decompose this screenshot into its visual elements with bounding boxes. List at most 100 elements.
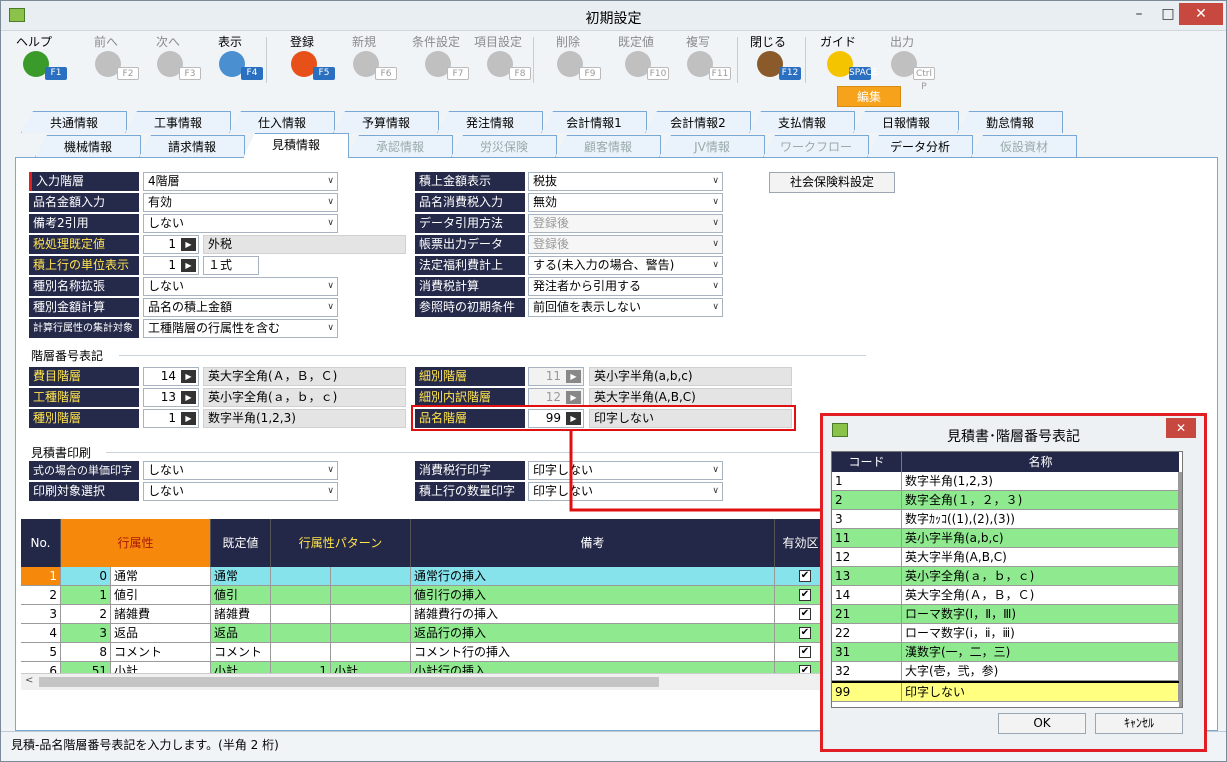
- item-code: 3: [832, 510, 902, 529]
- enabled-checkbox[interactable]: ✔: [799, 589, 811, 601]
- social-insurance-button[interactable]: 社会保険料設定: [769, 172, 895, 193]
- toolbar-arrow-left-button[interactable]: 前へ F2: [81, 31, 139, 87]
- unit-display-value[interactable]: １式: [203, 256, 259, 275]
- unit-display-code-input[interactable]: 1 ▶: [143, 256, 199, 275]
- unit-price-print-select[interactable]: しない ∨: [143, 461, 338, 480]
- list-item[interactable]: 11 英小字半角(a,b,c): [832, 529, 1179, 548]
- list-item[interactable]: 99 印字しない: [832, 681, 1179, 702]
- tab-row2-9[interactable]: 仮設資材: [971, 135, 1077, 157]
- toolbar-copy-button[interactable]: 複写 F11: [673, 31, 731, 87]
- enabled-checkbox[interactable]: ✔: [799, 570, 811, 582]
- toolbar-door-button[interactable]: 閉じる F12: [743, 31, 801, 87]
- tab-row2-8[interactable]: データ分析: [867, 135, 973, 157]
- list-item[interactable]: 32 大字(壱，弐，参): [832, 662, 1179, 681]
- type-amount-select[interactable]: 品名の積上金額 ∨: [143, 298, 338, 317]
- calc-target-select[interactable]: 工種階層の行属性を含む ∨: [143, 319, 338, 338]
- tab-row1-1[interactable]: 工事情報: [125, 111, 231, 133]
- table-row[interactable]: 2 1 値引 値引 値引行の挿入 ✔: [21, 586, 827, 605]
- toolbar-gear-button[interactable]: 項目設定 F8: [473, 31, 531, 87]
- toolbar-bulb-button[interactable]: ガイド SPACE: [813, 31, 878, 87]
- tax-default-code-input[interactable]: 1 ▶: [143, 235, 199, 254]
- lookup-arrow-icon[interactable]: ▶: [566, 370, 581, 383]
- list-item[interactable]: 3 数字ｶｯｺ((1),(2),(3)): [832, 510, 1179, 529]
- tab-row2-4[interactable]: 労災保険: [451, 135, 557, 157]
- tab-row1-9[interactable]: 勤怠情報: [957, 111, 1063, 133]
- stack-amount-select[interactable]: 税抜 ∨: [528, 172, 723, 191]
- tab-row1-7[interactable]: 支払情報: [749, 111, 855, 133]
- table-row[interactable]: 3 2 諸雑費 諸雑費 諸雑費行の挿入 ✔: [21, 605, 827, 624]
- toolbar-ok-button[interactable]: 登録 F5: [277, 31, 335, 87]
- dialog-close-button[interactable]: ✕: [1166, 418, 1196, 438]
- chevron-down-icon: ∨: [712, 176, 719, 186]
- lookup-arrow-icon[interactable]: ▶: [181, 259, 196, 272]
- item-tax-select[interactable]: 無効 ∨: [528, 193, 723, 212]
- tab-row1-3[interactable]: 予算情報: [333, 111, 439, 133]
- vertical-scrollbar[interactable]: [1179, 472, 1182, 707]
- horizontal-scrollbar[interactable]: <: [21, 673, 827, 690]
- table-row[interactable]: 5 8 コメント コメント コメント行の挿入 ✔: [21, 643, 827, 662]
- item-amount-select[interactable]: 有効 ∨: [143, 193, 338, 212]
- lookup-arrow-icon[interactable]: ▶: [181, 412, 196, 425]
- form-out-select[interactable]: 登録後 ∨: [528, 235, 723, 254]
- shortcut-key: F11: [709, 67, 731, 80]
- scroll-left-icon[interactable]: <: [25, 675, 33, 686]
- cancel-button[interactable]: ｷｬﾝｾﾙ: [1095, 713, 1183, 734]
- ref-init-select[interactable]: 前回値を表示しない ∨: [528, 298, 723, 317]
- lookup-arrow-icon[interactable]: ▶: [566, 391, 581, 404]
- toolbar-condition-button[interactable]: 条件設定 F7: [411, 31, 469, 87]
- tab-row2-5[interactable]: 顧客情報: [555, 135, 661, 157]
- lookup-arrow-icon[interactable]: ▶: [181, 370, 196, 383]
- table-row[interactable]: 1 0 通常 通常 通常行の挿入 ✔: [21, 567, 827, 586]
- input-level-select[interactable]: 4階層 ∨: [143, 172, 338, 191]
- table-row[interactable]: 4 3 返品 返品 返品行の挿入 ✔: [21, 624, 827, 643]
- print-target-select[interactable]: しない ∨: [143, 482, 338, 501]
- tab-row1-4[interactable]: 発注情報: [437, 111, 543, 133]
- minimize-button[interactable]: –: [1125, 3, 1153, 25]
- close-button[interactable]: ✕: [1179, 3, 1223, 25]
- toolbar-question-button[interactable]: ヘルプ F1: [9, 31, 67, 87]
- toolbar-new-doc-button[interactable]: 新規 F6: [339, 31, 397, 87]
- tab-row1-2[interactable]: 仕入情報: [229, 111, 335, 133]
- tab-row2-0[interactable]: 機械情報: [35, 135, 141, 157]
- toolbar-refresh-button[interactable]: 既定値 F10: [611, 31, 669, 87]
- tab-row2-3[interactable]: 承認情報: [347, 135, 453, 157]
- list-item[interactable]: 22 ローマ数字(ⅰ，ⅱ，ⅲ): [832, 624, 1179, 643]
- type-ext-select[interactable]: しない ∨: [143, 277, 338, 296]
- process-level-code-input[interactable]: 13 ▶: [143, 388, 199, 407]
- toolbar-print-button[interactable]: 出力 Ctrl P: [877, 31, 935, 92]
- toolbar-magnifier-button[interactable]: 表示 F4: [205, 31, 263, 87]
- enabled-checkbox[interactable]: ✔: [799, 627, 811, 639]
- expense-level-code-input[interactable]: 14 ▶: [143, 367, 199, 386]
- data-cite-select[interactable]: 登録後 ∨: [528, 214, 723, 233]
- list-item[interactable]: 12 英大字半角(A,B,C): [832, 548, 1179, 567]
- tab-row2-2[interactable]: 見積情報: [243, 133, 349, 158]
- list-item[interactable]: 1 数字半角(1,2,3): [832, 472, 1179, 491]
- maximize-button[interactable]: □: [1154, 3, 1182, 25]
- type-level-code-input[interactable]: 1 ▶: [143, 409, 199, 428]
- remarks2-select[interactable]: しない ∨: [143, 214, 338, 233]
- detail-level-code-input[interactable]: 11 ▶: [528, 367, 584, 386]
- list-item[interactable]: 14 英大字全角(Ａ，Ｂ，Ｃ): [832, 586, 1179, 605]
- tab-row2-1[interactable]: 請求情報: [139, 135, 245, 157]
- tax-calc-select[interactable]: 発注者から引用する ∨: [528, 277, 723, 296]
- tab-row1-8[interactable]: 日報情報: [853, 111, 959, 133]
- print-target-label: 印刷対象選択: [29, 482, 139, 501]
- lookup-arrow-icon[interactable]: ▶: [181, 391, 196, 404]
- tab-row1-0[interactable]: 共通情報: [21, 111, 127, 133]
- tab-row2-6[interactable]: JV情報: [659, 135, 765, 157]
- enabled-checkbox[interactable]: ✔: [799, 646, 811, 658]
- list-item[interactable]: 31 漢数字(一，二，三): [832, 643, 1179, 662]
- lookup-arrow-icon[interactable]: ▶: [181, 238, 196, 251]
- welfare-select[interactable]: する(未入力の場合、警告) ∨: [528, 256, 723, 275]
- tab-row2-7[interactable]: ワークフロー: [763, 135, 869, 157]
- list-item[interactable]: 13 英小字全角(ａ，ｂ，ｃ): [832, 567, 1179, 586]
- list-item[interactable]: 21 ローマ数字(Ⅰ，Ⅱ，Ⅲ): [832, 605, 1179, 624]
- toolbar-trash-button[interactable]: 削除 F9: [543, 31, 601, 87]
- ok-button[interactable]: OK: [998, 713, 1086, 734]
- toolbar-arrow-right-button[interactable]: 次へ F3: [143, 31, 201, 87]
- list-item[interactable]: 2 数字全角(１，２，３): [832, 491, 1179, 510]
- tab-row1-5[interactable]: 会計情報1: [541, 111, 647, 133]
- tab-row1-6[interactable]: 会計情報2: [645, 111, 751, 133]
- scrollbar-thumb[interactable]: [39, 677, 659, 687]
- enabled-checkbox[interactable]: ✔: [799, 608, 811, 620]
